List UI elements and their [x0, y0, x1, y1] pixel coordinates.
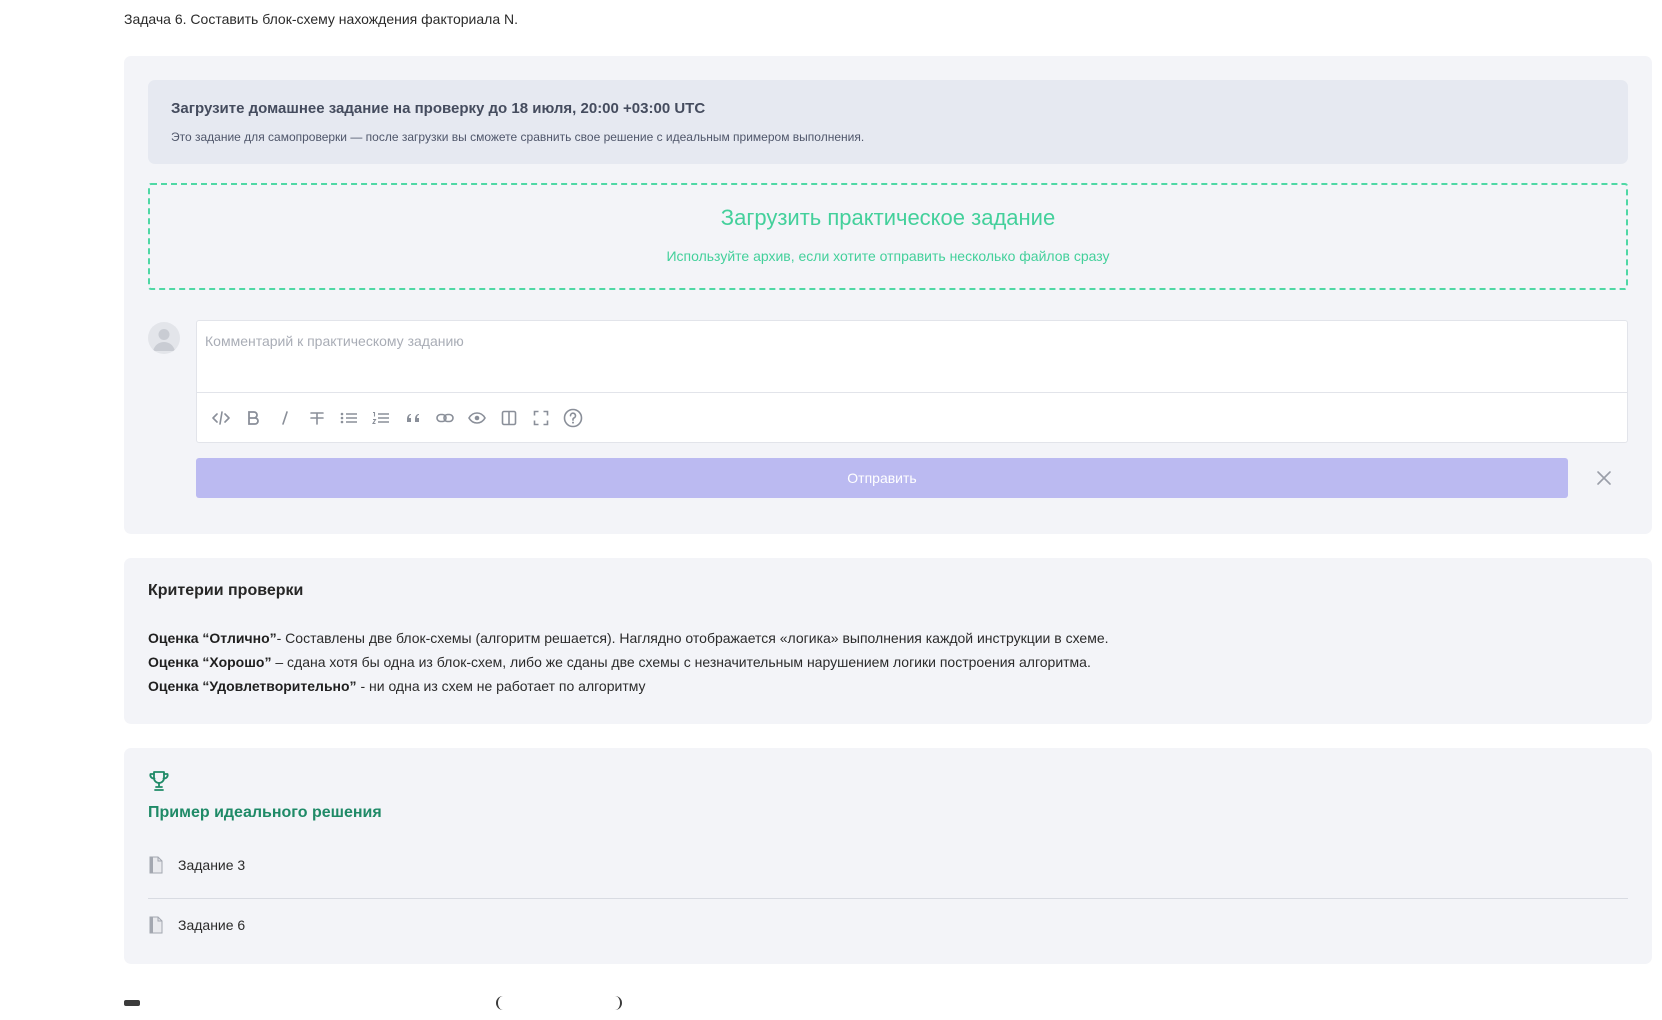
bold-icon[interactable] [237, 403, 269, 433]
strikethrough-icon[interactable] [301, 403, 333, 433]
numbered-list-icon[interactable] [365, 403, 397, 433]
user-placeholder-icon [153, 329, 175, 351]
bullet-list-icon[interactable] [333, 403, 365, 433]
criteria-item: Оценка “Отлично”- Составлены две блок-сх… [148, 630, 1109, 646]
criteria-grade: Оценка “Хорошо” [148, 654, 272, 670]
section-heading-cut-off [124, 990, 644, 1020]
criteria-text: - Составлены две блок-схемы (алгоритм ре… [276, 630, 1109, 646]
criteria-panel: Критерии проверки Оценка “Отлично”- Сост… [124, 558, 1652, 724]
file-icon [149, 856, 163, 874]
dropzone-hint: Используйте архив, если хотите отправить… [666, 248, 1110, 264]
file-item[interactable]: Задание 6 [148, 905, 1628, 945]
criteria-text: – сдана хотя бы одна из блок-схем, либо … [271, 654, 1091, 670]
code-icon[interactable] [205, 403, 237, 433]
deadline-title: Загрузите домашнее задание на проверку д… [171, 100, 706, 117]
file-name[interactable]: Задание 6 [178, 917, 245, 933]
file-item[interactable]: Задание 3 [148, 845, 1628, 885]
preview-icon[interactable] [461, 403, 493, 433]
comment-editor [196, 320, 1628, 443]
side-by-side-icon[interactable] [493, 403, 525, 433]
file-icon [149, 916, 163, 934]
task-description: Задача 6. Составить блок-схему нахождени… [124, 11, 519, 27]
example-title: Пример идеального решения [148, 804, 382, 821]
criteria-title: Критерии проверки [148, 582, 304, 599]
file-name[interactable]: Задание 3 [178, 857, 245, 873]
criteria-item: Оценка “Хорошо” – сдана хотя бы одна из … [148, 654, 1091, 670]
link-icon[interactable] [429, 403, 461, 433]
criteria-text: - ни одна из схем не работает по алгорит… [356, 678, 646, 694]
criteria-grade: Оценка “Удовлетворительно” [148, 678, 357, 694]
avatar [148, 322, 180, 354]
homework-upload-panel: Загрузите домашнее задание на проверку д… [124, 56, 1652, 534]
fullscreen-icon[interactable] [525, 403, 557, 433]
trophy-icon [148, 770, 170, 792]
editor-toolbar [205, 401, 589, 435]
close-icon[interactable] [1594, 468, 1614, 488]
criteria-grade: Оценка “Отлично” [148, 630, 277, 646]
dropzone-title[interactable]: Загрузить практическое задание [150, 205, 1626, 231]
quote-icon[interactable] [397, 403, 429, 433]
example-solution-panel: Пример идеального решения Задание 3 Зада… [124, 748, 1652, 964]
submit-button[interactable]: Отправить [196, 458, 1568, 498]
upload-dropzone[interactable]: Загрузить практическое задание Используй… [148, 183, 1628, 290]
comment-input[interactable] [197, 321, 1627, 393]
italic-icon[interactable] [269, 403, 301, 433]
deadline-notice: Загрузите домашнее задание на проверку д… [148, 80, 1628, 164]
criteria-item: Оценка “Удовлетворительно” - ни одна из … [148, 678, 646, 694]
divider [148, 898, 1628, 899]
help-icon[interactable] [557, 403, 589, 433]
deadline-note: Это задание для самопроверки — после заг… [171, 130, 865, 144]
